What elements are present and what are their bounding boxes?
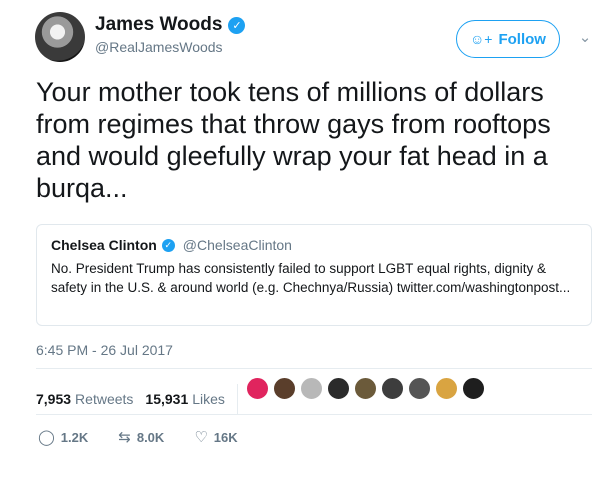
retweets-count[interactable]: 7,953 [36, 391, 71, 407]
liker-avatar-3[interactable] [300, 377, 323, 400]
author-handle[interactable]: @RealJamesWoods [95, 39, 223, 55]
like-button[interactable]: ♡ 16K [194, 428, 237, 446]
reply-button[interactable]: ◯ 1.2K [38, 428, 88, 446]
quoted-verified-badge-icon: ✓ [161, 238, 175, 252]
tweet-timestamp[interactable]: 6:45 PM - 26 Jul 2017 [36, 342, 173, 358]
liker-avatar-6[interactable] [381, 377, 404, 400]
tweet-card: James Woods ✓ @RealJamesWoods ☺+ Follow … [0, 0, 610, 480]
author-name-row: James Woods ✓ [95, 14, 246, 36]
retweet-button[interactable]: ⇆ 8.0K [118, 428, 164, 446]
reply-icon: ◯ [38, 429, 55, 446]
tweet-stats: 7,953 Retweets 15,931 Likes [36, 384, 248, 414]
liker-avatar-4[interactable] [327, 377, 350, 400]
add-user-icon: ☺+ [470, 31, 493, 47]
quoted-author-handle: @ChelseaClinton [182, 237, 292, 253]
stats-separator [236, 384, 238, 414]
liker-avatar-1[interactable] [246, 377, 269, 400]
verified-badge-icon: ✓ [228, 16, 246, 34]
liker-avatar-2[interactable] [273, 377, 296, 400]
author-display-name[interactable]: James Woods [95, 14, 222, 36]
divider [36, 368, 592, 369]
quoted-author-name: Chelsea Clinton [51, 237, 157, 253]
retweet-icon: ⇆ [118, 429, 131, 446]
follow-button-label: Follow [498, 30, 546, 48]
reply-count: 1.2K [60, 429, 89, 445]
likes-label[interactable]: Likes [192, 391, 225, 407]
heart-icon: ♡ [194, 429, 208, 446]
like-count: 16K [213, 429, 238, 445]
chevron-down-icon[interactable]: ⌄ [574, 26, 596, 48]
quoted-tweet-header: Chelsea Clinton ✓ @ChelseaClinton [51, 237, 577, 253]
tweet-actions: ◯ 1.2K ⇆ 8.0K ♡ 16K [38, 428, 268, 446]
quoted-tweet[interactable]: Chelsea Clinton ✓ @ChelseaClinton No. Pr… [36, 224, 592, 326]
liker-avatar-7[interactable] [408, 377, 431, 400]
retweet-count: 8.0K [136, 429, 165, 445]
quoted-tweet-text: No. President Trump has consistently fai… [51, 261, 571, 295]
follow-button[interactable]: ☺+ Follow [456, 20, 560, 58]
liker-avatar-8[interactable] [435, 377, 458, 400]
likes-count[interactable]: 15,931 [145, 391, 188, 407]
retweets-label[interactable]: Retweets [75, 391, 133, 407]
author-avatar[interactable] [35, 12, 85, 62]
liker-avatar-5[interactable] [354, 377, 377, 400]
liker-avatars [246, 377, 485, 400]
liker-avatar-9[interactable] [462, 377, 485, 400]
tweet-text: Your mother took tens of millions of dol… [36, 77, 551, 203]
divider [36, 414, 592, 415]
